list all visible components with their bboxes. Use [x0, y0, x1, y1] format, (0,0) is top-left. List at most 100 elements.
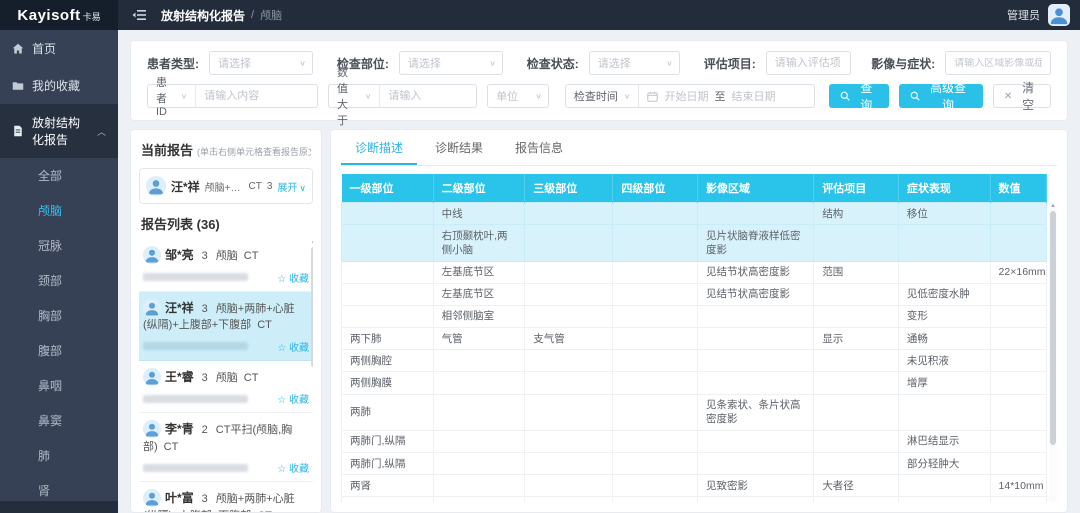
expand-button[interactable]: 展开∨ — [277, 179, 306, 194]
clear-button[interactable]: ✕ 清空 — [993, 84, 1051, 108]
table-cell[interactable] — [525, 453, 613, 475]
sidebar-subitem[interactable]: 腹部 — [0, 333, 118, 368]
table-cell[interactable] — [698, 203, 814, 225]
table-cell[interactable]: 两肺 — [342, 394, 434, 430]
table-cell[interactable] — [525, 475, 613, 497]
table-cell[interactable] — [613, 372, 698, 394]
table-cell[interactable] — [814, 225, 899, 261]
table-cell[interactable] — [990, 497, 1046, 502]
table-cell[interactable]: 结节样增粗 — [898, 497, 990, 502]
table-cell[interactable] — [613, 225, 698, 261]
sidebar-subitem[interactable]: 胸部 — [0, 298, 118, 333]
table-cell[interactable] — [613, 261, 698, 283]
table-cell[interactable] — [613, 394, 698, 430]
list-item[interactable]: 汪*祥3颅脑+两肺+心脏(纵隔)+上腹部+下腹部CT ☆ 收藏 — [139, 292, 313, 361]
table-cell[interactable] — [814, 305, 899, 327]
table-cell[interactable]: 支气管 — [525, 328, 613, 350]
scrollbar-thumb[interactable] — [1050, 211, 1056, 445]
table-cell[interactable] — [433, 372, 525, 394]
user-avatar[interactable] — [1048, 4, 1070, 26]
table-cell[interactable]: 移位 — [898, 203, 990, 225]
table-cell[interactable] — [525, 350, 613, 372]
current-report-card[interactable]: 汪*祥 颅脑+两肺+心... CT 3 展开∨ — [139, 168, 313, 204]
table-cell[interactable] — [990, 350, 1046, 372]
sidebar-item-structured-reports[interactable]: 放射结构化报告 ︿ — [0, 104, 118, 158]
breadcrumb-section[interactable]: 放射结构化报告 — [161, 7, 245, 24]
unit-select[interactable]: 单位 ∨ — [487, 84, 549, 108]
table-cell[interactable] — [342, 225, 434, 261]
table-cell[interactable] — [433, 394, 525, 430]
scroll-up-arrow[interactable]: ▲ — [1049, 202, 1057, 210]
table-cell[interactable] — [342, 203, 434, 225]
advanced-search-button[interactable]: 高级查询 — [899, 84, 983, 108]
table-cell[interactable] — [433, 453, 525, 475]
table-cell[interactable] — [613, 203, 698, 225]
table-cell[interactable] — [814, 497, 899, 502]
table-cell[interactable] — [990, 225, 1046, 261]
table-cell[interactable] — [698, 372, 814, 394]
table-cell[interactable]: 部分轻肿大 — [898, 453, 990, 475]
table-cell[interactable] — [613, 497, 698, 502]
sidebar-subitem[interactable]: 肺 — [0, 438, 118, 473]
table-cell[interactable] — [814, 394, 899, 430]
exam-part-select[interactable]: 请选择 ∨ — [399, 51, 503, 75]
table-cell[interactable] — [698, 328, 814, 350]
table-cell[interactable] — [613, 453, 698, 475]
eval-item-input[interactable] — [767, 57, 851, 69]
list-scrollbar[interactable]: ▲ — [310, 239, 313, 512]
table-cell[interactable]: 右顶颞枕叶,两侧小脑 — [433, 225, 525, 261]
favorite-button[interactable]: ☆ 收藏 — [277, 270, 309, 285]
scroll-up-arrow[interactable]: ▲ — [310, 239, 313, 245]
table-cell[interactable] — [814, 283, 899, 305]
table-scrollbar[interactable]: ▲ — [1049, 202, 1057, 502]
table-cell[interactable]: 结构 — [814, 203, 899, 225]
table-cell[interactable] — [990, 372, 1046, 394]
date-range-picker[interactable]: 开始日期 至 结束日期 — [639, 88, 783, 104]
table-cell[interactable] — [525, 372, 613, 394]
favorite-button[interactable]: ☆ 收藏 — [277, 339, 309, 354]
table-cell[interactable] — [990, 394, 1046, 430]
table-cell[interactable] — [613, 475, 698, 497]
table-cell[interactable] — [525, 225, 613, 261]
table-cell[interactable]: 通畅 — [898, 328, 990, 350]
table-cell[interactable]: 未见积液 — [898, 350, 990, 372]
table-cell[interactable]: 气管 — [433, 328, 525, 350]
search-button[interactable]: 查询 — [829, 84, 889, 108]
table-cell[interactable]: 淋巴结显示 — [898, 430, 990, 452]
table-cell[interactable] — [525, 497, 613, 502]
table-cell[interactable]: 见低密度水肿 — [898, 283, 990, 305]
table-cell[interactable]: 膝部 — [433, 497, 525, 502]
table-cell[interactable]: 见致密影 — [698, 475, 814, 497]
value-input[interactable] — [380, 90, 476, 102]
menu-collapse-icon[interactable] — [132, 8, 147, 22]
sidebar-subitem[interactable]: 鼻窦 — [0, 403, 118, 438]
table-cell[interactable]: 两肾 — [342, 475, 434, 497]
table-cell[interactable] — [525, 394, 613, 430]
sidebar-subitem[interactable]: 鼻咽 — [0, 368, 118, 403]
table-cell[interactable] — [698, 497, 814, 502]
table-cell[interactable] — [342, 283, 434, 305]
table-cell[interactable] — [613, 328, 698, 350]
favorite-button[interactable]: ☆ 收藏 — [277, 460, 309, 475]
sidebar-subitem[interactable]: 冠脉 — [0, 228, 118, 263]
table-cell[interactable]: 见结节状高密度影 — [698, 261, 814, 283]
favorite-button[interactable]: ☆ 收藏 — [277, 391, 309, 406]
list-item[interactable]: 李*青2CT平扫(颅脑,胸部)CT ☆ 收藏 — [139, 413, 313, 482]
table-cell[interactable] — [613, 305, 698, 327]
table-cell[interactable]: 22×16mm — [990, 261, 1046, 283]
table-cell[interactable] — [433, 475, 525, 497]
table-cell[interactable] — [898, 394, 990, 430]
table-cell[interactable] — [342, 305, 434, 327]
table-cell[interactable] — [433, 430, 525, 452]
table-cell[interactable]: 见条索状、条片状高密度影 — [698, 394, 814, 430]
table-cell[interactable]: 显示 — [814, 328, 899, 350]
table-cell[interactable]: 相邻侧脑室 — [433, 305, 525, 327]
list-item[interactable]: 王*睿3颅脑CT ☆ 收藏 — [139, 361, 313, 414]
table-cell[interactable]: 大者径 — [814, 475, 899, 497]
user-name[interactable]: 管理员 — [1007, 7, 1040, 23]
table-cell[interactable] — [814, 453, 899, 475]
table-cell[interactable] — [898, 225, 990, 261]
table-cell[interactable] — [990, 305, 1046, 327]
list-item[interactable]: 叶*富3颅脑+两肺+心脏(纵隔)+上腹部+下腹部CT ☆ 收藏 — [139, 482, 313, 512]
table-cell[interactable]: 范围 — [814, 261, 899, 283]
